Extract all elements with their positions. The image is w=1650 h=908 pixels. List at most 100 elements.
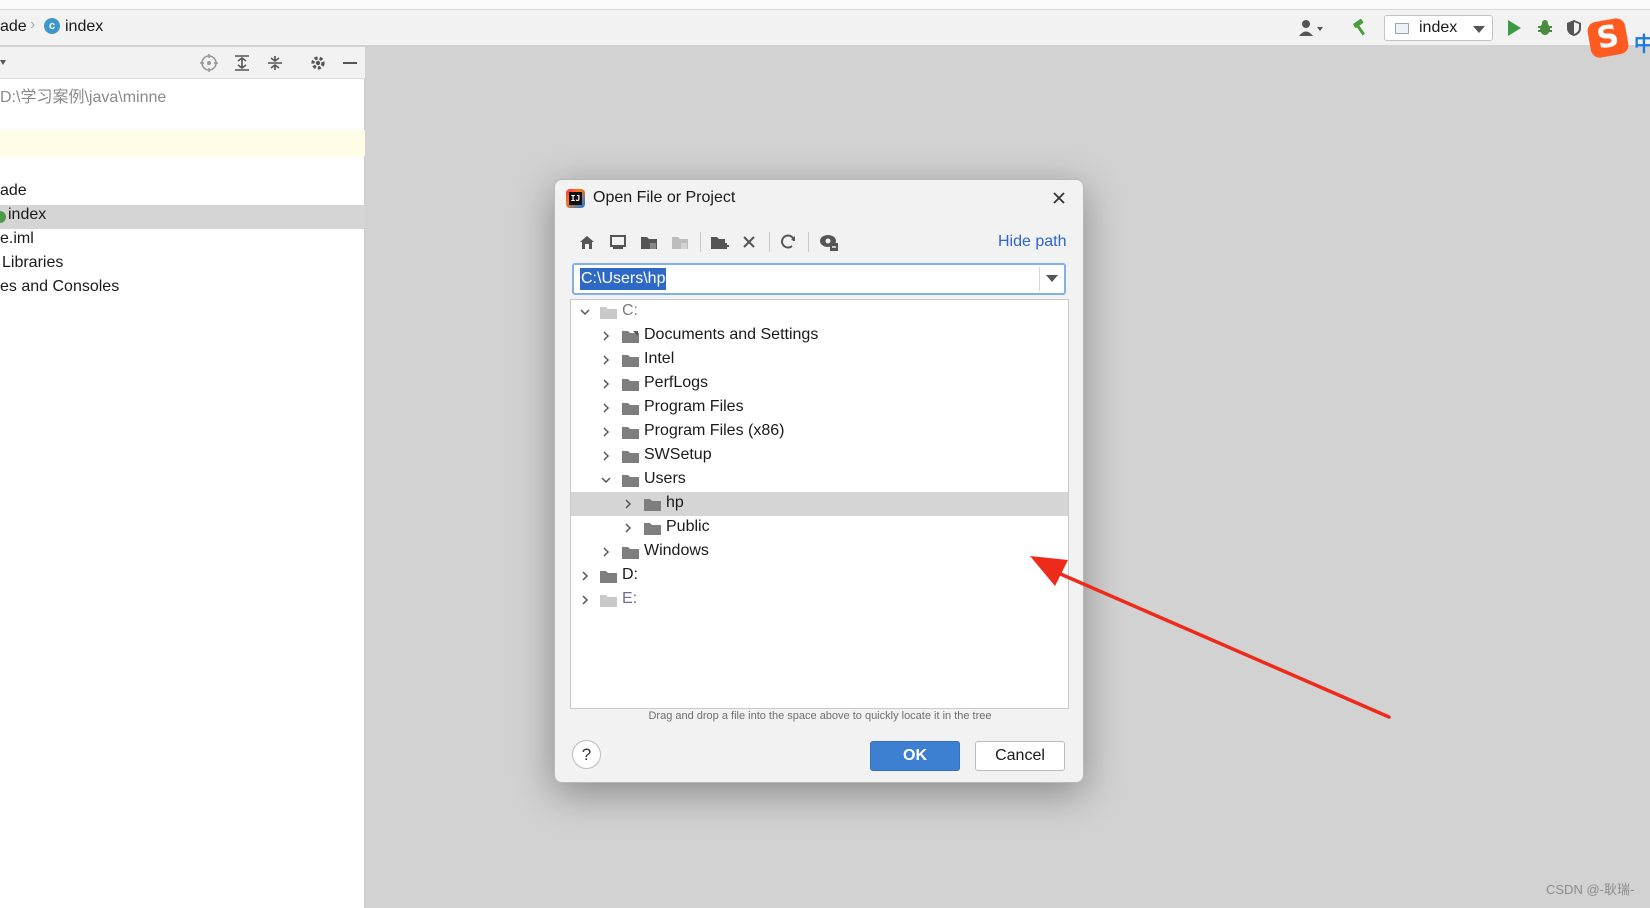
panel-dropdown-chevron-icon[interactable]	[0, 53, 10, 73]
desktop-icon[interactable]	[607, 231, 629, 253]
tree-row-folder[interactable]: Users	[571, 468, 1068, 492]
chevron-down-icon[interactable]	[1046, 275, 1058, 282]
tree-row-folder[interactable]: PerfLogs	[571, 372, 1068, 396]
ok-button[interactable]: OK	[870, 741, 960, 771]
refresh-icon[interactable]	[777, 231, 799, 253]
locate-crosshair-icon[interactable]	[199, 53, 219, 73]
tree-row-drive-e[interactable]: E:	[571, 588, 1068, 612]
intellij-app-icon: IJ	[566, 189, 585, 208]
cancel-button[interactable]: Cancel	[975, 741, 1065, 771]
run-icon[interactable]	[1504, 18, 1524, 38]
tree-row-drive-d[interactable]: D:	[571, 564, 1068, 588]
delete-icon[interactable]	[738, 231, 760, 253]
home-icon[interactable]	[576, 231, 598, 253]
project-panel: D:\学习案例\java\minne ade index e.iml Libra…	[0, 47, 365, 908]
drive-icon	[600, 307, 617, 319]
project-path: D:\学习案例\java\minne	[0, 89, 167, 106]
hide-path-link[interactable]: Hide path	[998, 233, 1067, 251]
project-panel-header	[0, 47, 365, 79]
new-folder-icon[interactable]	[709, 231, 731, 253]
folder-icon	[644, 523, 661, 535]
highlighted-row	[0, 130, 365, 156]
combo-separator	[1039, 267, 1040, 291]
tree-label: C:	[622, 302, 638, 319]
tree-row-folder[interactable]: SWSetup	[571, 444, 1068, 468]
chevron-right-icon	[582, 595, 589, 605]
chevron-down-icon	[601, 477, 611, 484]
toolbar-separator	[769, 232, 770, 252]
chevron-right-icon	[603, 547, 610, 557]
project-tree-item[interactable]: Libraries	[2, 254, 63, 272]
tree-row-folder[interactable]: Public	[571, 516, 1068, 540]
folder-icon	[622, 451, 639, 463]
chevron-right-icon	[625, 523, 632, 533]
tree-row-folder[interactable]: Program Files	[571, 396, 1068, 420]
module-folder-icon	[669, 231, 691, 253]
tree-label: Public	[666, 518, 710, 535]
project-tree-item[interactable]: e.iml	[0, 230, 34, 248]
debug-bug-icon[interactable]	[1535, 18, 1555, 38]
tree-row-drive-c[interactable]: C:	[571, 300, 1068, 324]
tree-label: Program Files	[644, 398, 744, 415]
drive-icon	[600, 595, 617, 607]
tree-label: Program Files (x86)	[644, 422, 785, 439]
project-tree-item[interactable]: es and Consoles	[0, 278, 119, 296]
tree-row-folder[interactable]: Intel	[571, 348, 1068, 372]
tree-label: hp	[666, 494, 684, 511]
project-tree-item[interactable]: ade	[0, 182, 27, 200]
user-account-icon[interactable]	[1298, 18, 1328, 38]
run-config-icon	[1395, 23, 1409, 34]
tree-label: Users	[644, 470, 686, 487]
window-top-strip	[0, 0, 1650, 10]
chevron-right-icon	[603, 427, 610, 437]
watermark: CSDN @-耿瑞-	[1546, 882, 1635, 897]
chevron-right-icon	[603, 403, 610, 413]
tree-label: Windows	[644, 542, 709, 559]
path-combobox[interactable]: C:\Users\hp	[572, 263, 1066, 295]
toolbar-separator	[700, 232, 701, 252]
chevron-right-icon	[603, 379, 610, 389]
chevron-right-icon	[625, 499, 632, 509]
coverage-shield-icon[interactable]	[1564, 18, 1584, 38]
folder-icon	[622, 403, 639, 415]
folder-icon	[622, 427, 639, 439]
project-folder-icon[interactable]	[638, 231, 660, 253]
settings-gear-icon[interactable]	[308, 53, 328, 73]
breadcrumb-project[interactable]: ade	[0, 18, 27, 36]
folder-link-icon	[622, 331, 639, 343]
build-hammer-icon[interactable]	[1350, 18, 1370, 38]
run-configuration-dropdown[interactable]: index	[1384, 15, 1493, 41]
sogou-ime-logo[interactable]: S	[1586, 16, 1630, 60]
chevron-down-icon	[580, 309, 590, 316]
toolbar-separator	[808, 232, 809, 252]
show-hidden-files-icon[interactable]	[818, 231, 840, 253]
class-icon: c	[44, 18, 60, 34]
collapse-all-icon[interactable]	[265, 53, 285, 73]
help-button[interactable]: ?	[572, 740, 601, 769]
tree-row-folder[interactable]: Documents and Settings	[571, 324, 1068, 348]
folder-icon	[644, 499, 661, 511]
tree-row-folder-selected[interactable]: hp	[571, 492, 1068, 516]
close-icon	[1053, 192, 1065, 204]
close-button[interactable]	[1048, 187, 1070, 209]
breadcrumb-separator-icon: ›	[30, 16, 36, 33]
open-file-dialog: IJ Open File or Project Hide path C:\Use…	[554, 179, 1084, 783]
breadcrumb-file[interactable]: index	[65, 18, 103, 36]
tree-row-folder[interactable]: Windows	[571, 540, 1068, 564]
chevron-right-icon	[603, 331, 610, 341]
expand-all-icon[interactable]	[232, 53, 252, 73]
tree-label: Intel	[644, 350, 675, 367]
path-input-selected-text: C:\Users\hp	[580, 268, 667, 290]
chevron-right-icon	[582, 571, 589, 581]
ime-language-indicator[interactable]: 中	[1634, 28, 1650, 57]
file-tree[interactable]: C: Documents and Settings Intel PerfLogs…	[570, 299, 1069, 709]
tree-label: E:	[622, 590, 638, 607]
drive-icon	[600, 571, 617, 583]
project-tree-item[interactable]: index	[8, 206, 46, 224]
tree-label: D:	[622, 566, 638, 583]
chevron-down-icon	[1473, 26, 1485, 33]
folder-icon	[622, 355, 639, 367]
tree-row-folder[interactable]: Program Files (x86)	[571, 420, 1068, 444]
hide-panel-minus-icon[interactable]	[340, 53, 360, 73]
chevron-right-icon	[603, 355, 610, 365]
